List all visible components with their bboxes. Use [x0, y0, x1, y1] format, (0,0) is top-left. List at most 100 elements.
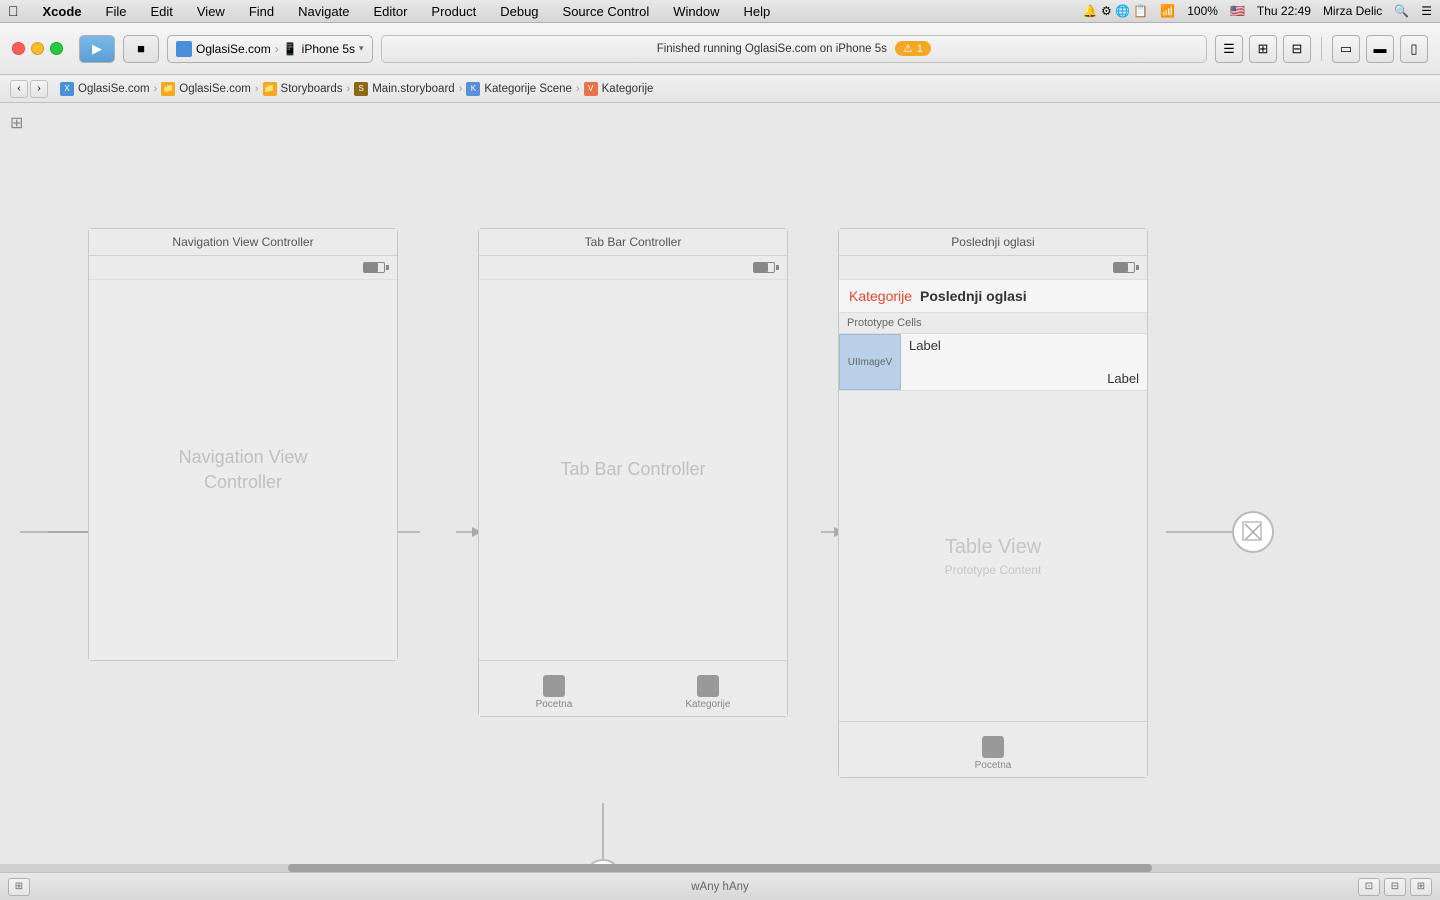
- breadcrumb-forward[interactable]: ›: [30, 80, 48, 98]
- breadcrumb-bar: ‹ › X OglasiSe.com › 📁 OglasiSe.com › 📁 …: [0, 75, 1440, 103]
- bc-label-storyboard: Main.storyboard: [372, 83, 454, 95]
- tab-kategorije-label: Kategorije: [685, 699, 730, 710]
- navigator-toggle[interactable]: ▭: [1332, 35, 1360, 63]
- minimize-button[interactable]: [31, 42, 44, 55]
- oglasi-tab-strip: Pocetna: [839, 721, 1147, 777]
- breadcrumb-back[interactable]: ‹: [10, 80, 28, 98]
- scrollbar-thumb[interactable]: [288, 864, 1152, 872]
- nav-controller-title: Navigation View Controller: [89, 229, 397, 256]
- nav-controller-panel: Navigation View Controller Navigation Vi…: [88, 228, 398, 661]
- tab-bar-strip: Pocetna Kategorije: [479, 660, 787, 716]
- zoom-fit-btn[interactable]: ⊡: [1358, 878, 1380, 896]
- oglasi-battery: [1113, 262, 1135, 273]
- size-indicator: wAny hAny: [691, 881, 749, 893]
- oglasi-title: Poslednji oglasi: [839, 229, 1147, 256]
- project-icon: X: [60, 82, 74, 96]
- bottom-bar-right: ⊡ ⊟ ⊞: [1358, 878, 1432, 896]
- menu-edit[interactable]: Edit: [146, 3, 176, 20]
- tab-bar-panel: Tab Bar Controller Tab Bar Controller Po…: [478, 228, 788, 717]
- device-name: iPhone 5s: [302, 42, 355, 56]
- nav-status-strip: [89, 256, 397, 280]
- storyboard-file-icon: S: [354, 82, 368, 96]
- cell-image: UIImageV: [839, 334, 901, 390]
- breadcrumb-item-storyboard[interactable]: S Main.storyboard: [354, 82, 454, 96]
- warning-icon: ⚠: [903, 42, 913, 55]
- menu-list-icon[interactable]: ☰: [1421, 4, 1432, 18]
- bottom-bar-left: ⊞: [8, 878, 30, 896]
- zoom-in-btn[interactable]: ⊞: [1410, 878, 1432, 896]
- nav-controller-body: Navigation View Controller: [89, 280, 397, 660]
- zoom-out-btn[interactable]: ⊟: [1384, 878, 1406, 896]
- editor-standard-button[interactable]: ☰: [1215, 35, 1243, 63]
- breadcrumb-sep-2: ›: [255, 83, 259, 95]
- utilities-toggle[interactable]: ▯: [1400, 35, 1428, 63]
- cell-label-bottom: Label: [909, 371, 1139, 386]
- menu-product[interactable]: Product: [427, 3, 480, 20]
- menu-navigate[interactable]: Navigate: [294, 3, 353, 20]
- separator: ›: [275, 42, 279, 56]
- menu-right: 🔔 ⚙ 🌐 📋 📶 100% 🇺🇸 Thu 22:49 Mirza Delic …: [1083, 4, 1432, 18]
- menu-find[interactable]: Find: [245, 3, 278, 20]
- debug-toggle[interactable]: ▬: [1366, 35, 1394, 63]
- menu-debug[interactable]: Debug: [496, 3, 542, 20]
- bottom-left-btn[interactable]: ⊞: [8, 878, 30, 896]
- oglasi-nav-header: Kategorije Poslednji oglasi: [839, 280, 1147, 313]
- close-button[interactable]: [12, 42, 25, 55]
- menu-view[interactable]: View: [193, 3, 229, 20]
- breadcrumb-item-storyboards[interactable]: 📁 Storyboards: [263, 82, 343, 96]
- bc-label-vc: Kategorije: [602, 83, 654, 95]
- breadcrumb-sep-1: ›: [154, 83, 158, 95]
- editor-version-button[interactable]: ⊟: [1283, 35, 1311, 63]
- folder-icon: 📁: [161, 82, 175, 96]
- table-prototype-label: Prototype Content: [945, 563, 1042, 577]
- canvas-area: ⊞ Navigation View Controller: [0, 103, 1440, 900]
- breadcrumb-item-project[interactable]: 📁 OglasiSe.com: [161, 82, 251, 96]
- breadcrumb-sep-3: ›: [347, 83, 351, 95]
- wifi-icon: 📶: [1160, 4, 1175, 18]
- status-bar: Finished running OglasiSe.com on iPhone …: [381, 35, 1207, 63]
- username: Mirza Delic: [1323, 4, 1382, 18]
- breadcrumb-item-root[interactable]: X OglasiSe.com: [60, 82, 150, 96]
- oglasi-status-strip: [839, 256, 1147, 280]
- toolbar: ▶ ■ OglasiSe.com › 📱 iPhone 5s ▾ Finishe…: [0, 23, 1440, 75]
- poslednji-nav-link[interactable]: Poslednji oglasi: [920, 288, 1027, 304]
- bc-label-storyboards: Storyboards: [281, 83, 343, 95]
- tab-item-pocetna[interactable]: Pocetna: [536, 675, 573, 710]
- warning-badge[interactable]: ⚠ 1: [895, 41, 931, 56]
- stop-button[interactable]: ■: [123, 35, 159, 63]
- toolbar-right: ☰ ⊞ ⊟ ▭ ▬ ▯: [1215, 35, 1428, 63]
- horizontal-scrollbar[interactable]: [0, 864, 1440, 872]
- menu-window[interactable]: Window: [669, 3, 723, 20]
- bc-label-project: OglasiSe.com: [179, 83, 251, 95]
- traffic-lights: [12, 42, 63, 55]
- flag-icon: 🇺🇸: [1230, 4, 1245, 18]
- tab-battery: [753, 262, 775, 273]
- menu-file[interactable]: File: [102, 3, 131, 20]
- editor-assistant-button[interactable]: ⊞: [1249, 35, 1277, 63]
- warning-count: 1: [917, 43, 923, 55]
- bc-label-scene: Kategorije Scene: [484, 83, 572, 95]
- table-view-label: Table View: [945, 536, 1041, 559]
- datetime: Thu 22:49: [1257, 4, 1311, 18]
- cell-label-top: Label: [909, 338, 1139, 353]
- grid-toggle[interactable]: ⊞: [10, 113, 23, 133]
- prototype-cells-header: Prototype Cells: [839, 313, 1147, 334]
- prototype-section: Prototype Cells UIImageV Label Label: [839, 313, 1147, 391]
- scheme-selector[interactable]: OglasiSe.com › 📱 iPhone 5s ▾: [167, 35, 373, 63]
- oglasi-tab-pocetna[interactable]: Pocetna: [975, 736, 1012, 771]
- breadcrumb-item-scene[interactable]: K Kategorije Scene: [466, 82, 572, 96]
- tab-item-kategorije[interactable]: Kategorije: [685, 675, 730, 710]
- prototype-cell: UIImageV Label Label: [839, 334, 1147, 391]
- tab-pocetna-icon: [543, 675, 565, 697]
- breadcrumb-item-vc[interactable]: V Kategorije: [584, 82, 654, 96]
- maximize-button[interactable]: [50, 42, 63, 55]
- kategorije-nav-link[interactable]: Kategorije: [849, 288, 912, 304]
- oglasi-tab-icon: [982, 736, 1004, 758]
- menu-xcode[interactable]: Xcode: [39, 3, 86, 20]
- menu-source-control[interactable]: Source Control: [559, 3, 654, 20]
- menu-help[interactable]: Help: [740, 3, 775, 20]
- run-button[interactable]: ▶: [79, 35, 115, 63]
- apple-logo-icon[interactable]: : [8, 3, 19, 19]
- menu-editor[interactable]: Editor: [369, 3, 411, 20]
- search-icon[interactable]: 🔍: [1394, 4, 1409, 18]
